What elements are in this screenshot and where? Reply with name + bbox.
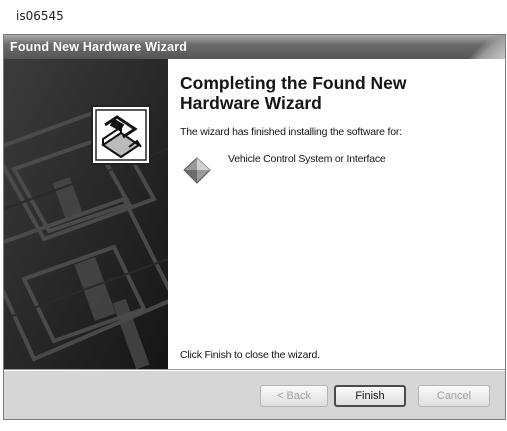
back-button[interactable]: < Back xyxy=(260,385,328,407)
figure-id-label: is06545 xyxy=(16,9,64,23)
device-diamond-icon xyxy=(182,156,212,186)
footer-divider xyxy=(4,369,505,371)
finish-button[interactable]: Finish xyxy=(334,385,406,407)
wizard-side-banner xyxy=(4,59,168,369)
finish-instruction: Click Finish to close the wizard. xyxy=(180,349,320,361)
cancel-button[interactable]: Cancel xyxy=(418,385,490,407)
intro-text: The wizard has finished installing the s… xyxy=(180,126,402,138)
title-bar[interactable]: Found New Hardware Wizard xyxy=(4,35,505,59)
hardware-install-icon xyxy=(91,105,151,165)
window-title: Found New Hardware Wizard xyxy=(10,40,188,54)
page-title: Completing the Found New Hardware Wizard xyxy=(180,73,407,113)
wizard-content: Completing the Found New Hardware Wizard… xyxy=(168,59,505,369)
device-name: Vehicle Control System or Interface xyxy=(228,153,386,165)
wizard-window: Found New Hardware Wizard Completing the… xyxy=(3,34,506,420)
title-bar-corner xyxy=(465,35,505,59)
